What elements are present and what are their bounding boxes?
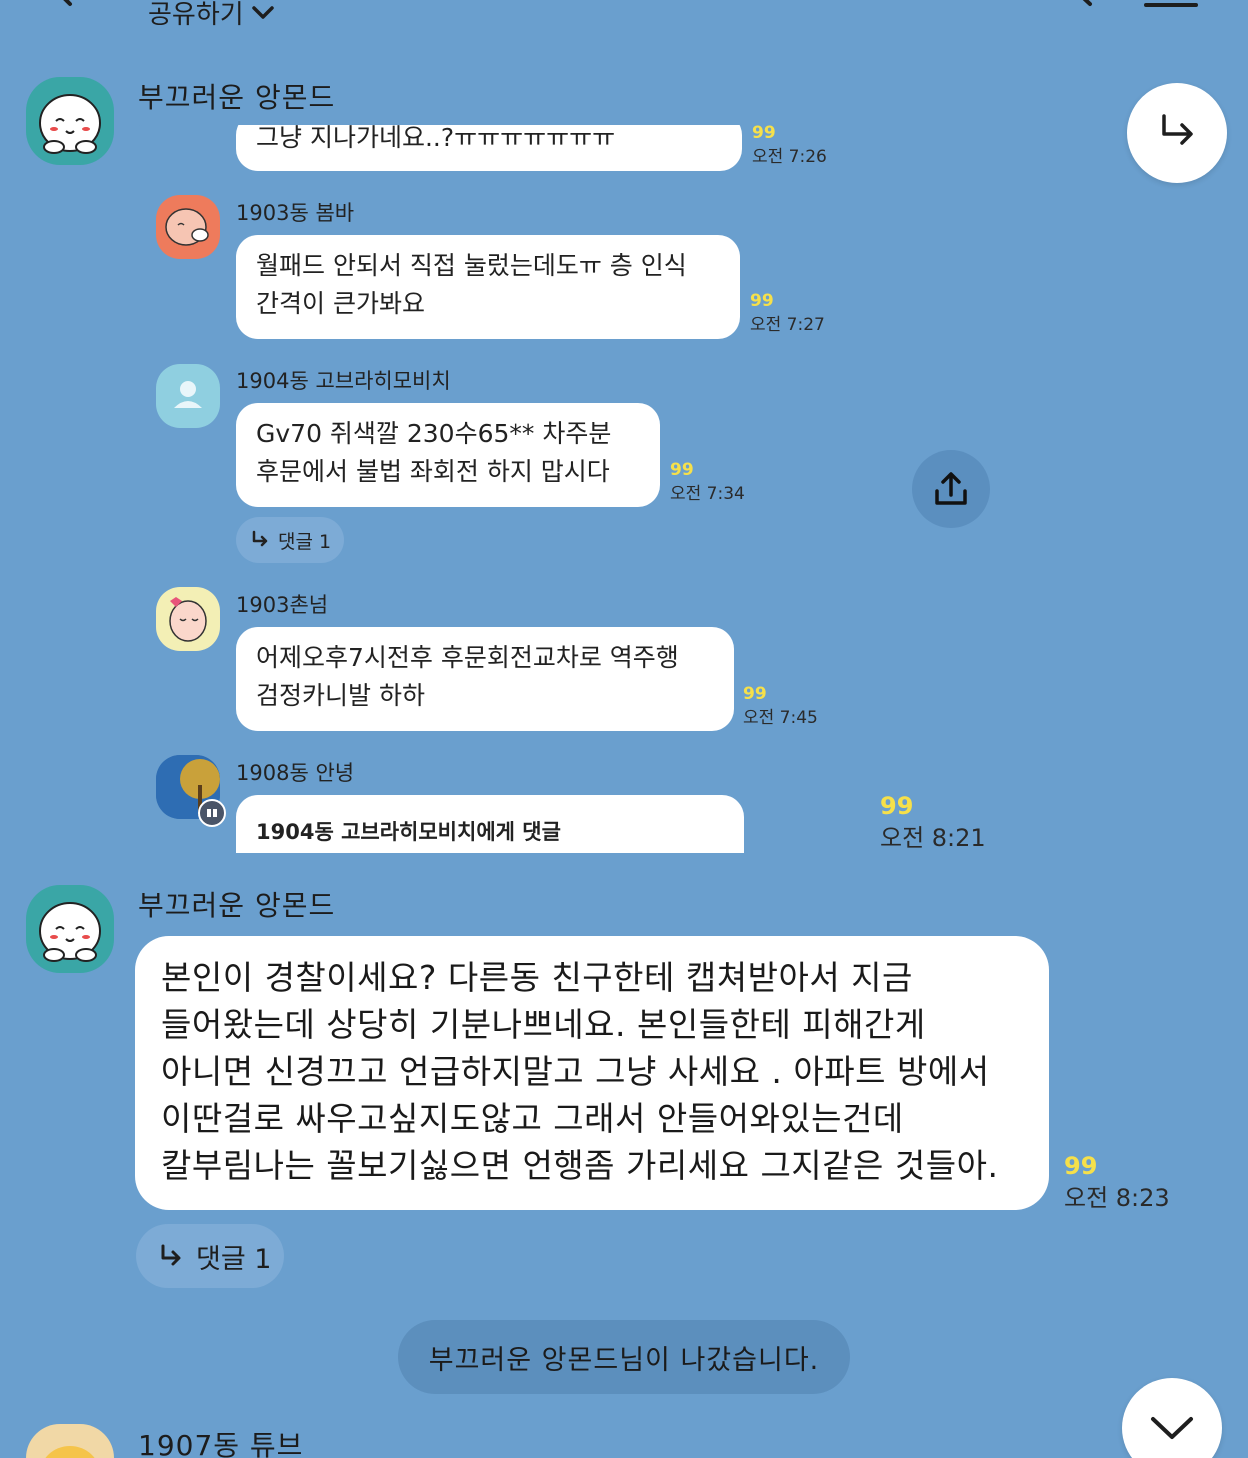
sender-name: 1908동 안녕	[236, 761, 355, 785]
read-count: 99	[880, 792, 914, 820]
default-profile-icon	[174, 381, 202, 408]
chevron-down-icon	[1151, 1417, 1193, 1439]
message-meta: 99 오전 8:23	[1064, 1150, 1170, 1214]
avatar[interactable]	[156, 364, 220, 428]
forward-arrow-icon	[1162, 114, 1193, 145]
message-meta: 99 오전 8:21	[880, 790, 986, 854]
sender-name: 1903동 봄바	[236, 201, 355, 225]
search-button[interactable]	[1038, 0, 1098, 16]
read-count: 99	[743, 684, 767, 704]
sender-name: 1907동 튜브	[138, 1429, 304, 1458]
forward-button[interactable]	[1127, 83, 1227, 183]
message-bubble[interactable]: 1904동 고브라히모비치에게 댓글	[236, 795, 744, 853]
read-count: 99	[750, 291, 774, 311]
avatar[interactable]	[26, 885, 114, 973]
scroll-to-bottom-button[interactable]	[1122, 1378, 1222, 1458]
share-upload-icon	[935, 472, 967, 505]
message-bubble[interactable]: 월패드 안되서 직접 눌렀는데도ㅠ 층 인식 간격이 큰가봐요	[236, 235, 740, 339]
message-meta: 99 오전 7:34	[670, 458, 745, 506]
menu-icon	[1144, 3, 1198, 7]
shared-capture[interactable]: 그냥 지나가네요..?ㅠㅠㅠㅠㅠㅠㅠ 99 오전 7:26 1903동 봄바 월…	[136, 125, 870, 853]
read-count: 99	[670, 460, 694, 480]
reply-arrow-icon	[161, 1244, 181, 1266]
mochi-character-icon	[39, 94, 101, 154]
message-meta: 99 오전 7:45	[743, 682, 818, 730]
reply-arrow-icon	[252, 530, 268, 547]
chevron-left-icon	[63, 0, 72, 6]
header-title: 공유하기	[148, 0, 244, 30]
peach-character-icon	[169, 597, 207, 642]
message-bubble[interactable]: Gv70 쥐색깔 230수65** 차주분 후문에서 불법 좌회전 하지 맙시다	[236, 403, 660, 507]
timestamp: 오전 7:27	[750, 315, 825, 335]
sender-name: 1903촌넘	[236, 593, 329, 617]
reply-count-button[interactable]: 댓글 1	[136, 1224, 284, 1288]
read-count: 99	[1064, 1152, 1098, 1180]
back-button[interactable]	[40, 0, 80, 10]
timestamp: 오전 7:45	[743, 708, 818, 728]
message-bubble[interactable]: 어제오후7시전후 후문회전교차로 역주행 검정카니발 하하	[236, 627, 734, 731]
avatar[interactable]	[156, 195, 220, 259]
avatar[interactable]	[156, 587, 220, 651]
message-meta: 99 오전 7:27	[750, 289, 825, 337]
reply-count-button[interactable]: 댓글 1	[236, 517, 344, 563]
timestamp: 오전 7:26	[752, 147, 827, 167]
header-title-dropdown[interactable]: 공유하기	[148, 0, 276, 31]
tube-character-icon	[45, 1446, 95, 1458]
avatar[interactable]	[26, 77, 114, 165]
sender-name: 부끄러운 앙몬드	[138, 81, 336, 114]
openchat-badge-icon	[198, 799, 226, 827]
character-avatar-icon	[165, 208, 209, 246]
message-bubble[interactable]: 그냥 지나가네요..?ㅠㅠㅠㅠㅠㅠㅠ	[236, 125, 742, 171]
share-button[interactable]	[912, 450, 990, 528]
message-meta: 99 오전 7:26	[752, 125, 827, 169]
timestamp: 오전 8:21	[880, 824, 986, 852]
read-count: 99	[752, 125, 776, 143]
timestamp: 오전 7:34	[670, 484, 745, 504]
system-message: 부끄러운 앙몬드님이 나갔습니다.	[398, 1320, 850, 1394]
menu-button[interactable]	[1144, 0, 1198, 10]
sender-name: 부끄러운 앙몬드	[138, 889, 336, 922]
sender-name: 1904동 고브라히모비치	[236, 369, 451, 393]
message-bubble[interactable]: 본인이 경찰이세요? 다른동 친구한테 캡쳐받아서 지금 들어왔는데 상당히 기…	[135, 936, 1049, 1210]
mochi-character-icon	[39, 902, 101, 962]
search-icon	[1082, 0, 1092, 6]
chevron-down-icon	[251, 5, 274, 19]
timestamp: 오전 8:23	[1064, 1184, 1170, 1212]
avatar[interactable]	[26, 1424, 114, 1458]
